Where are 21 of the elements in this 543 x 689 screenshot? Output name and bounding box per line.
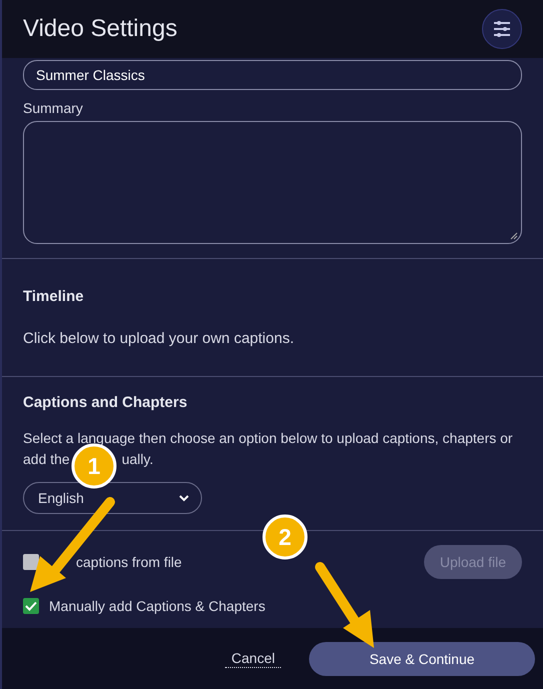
window-title: Video Settings — [23, 15, 178, 43]
instructions-text: ually. — [122, 450, 154, 469]
checkbox-label: Manually add Captions & Chapters — [49, 598, 266, 614]
sliders-icon — [493, 21, 511, 37]
section-heading: Timeline — [23, 288, 85, 305]
timeline-text: Click below to upload your own captions. — [23, 330, 295, 347]
chevron-down-icon — [179, 494, 189, 502]
settings-button[interactable] — [482, 9, 522, 49]
instructions-text: add the — [23, 450, 70, 469]
checkbox[interactable] — [23, 554, 39, 570]
callout-badge: 2 — [262, 514, 308, 560]
checkbox-label: captions from file — [76, 554, 182, 570]
cancel-link[interactable]: Cancel — [225, 649, 281, 668]
checkbox[interactable] — [23, 598, 39, 614]
summary-field[interactable] — [23, 121, 522, 244]
summary-label: Summary — [23, 100, 84, 116]
section-heading: Captions and Chapters — [23, 394, 188, 411]
callout-badge: 1 — [72, 444, 116, 488]
resize-handle-icon — [510, 232, 518, 240]
title-field[interactable]: Summer Classics — [23, 60, 522, 90]
save-continue-button[interactable]: Save & Continue — [309, 642, 535, 676]
